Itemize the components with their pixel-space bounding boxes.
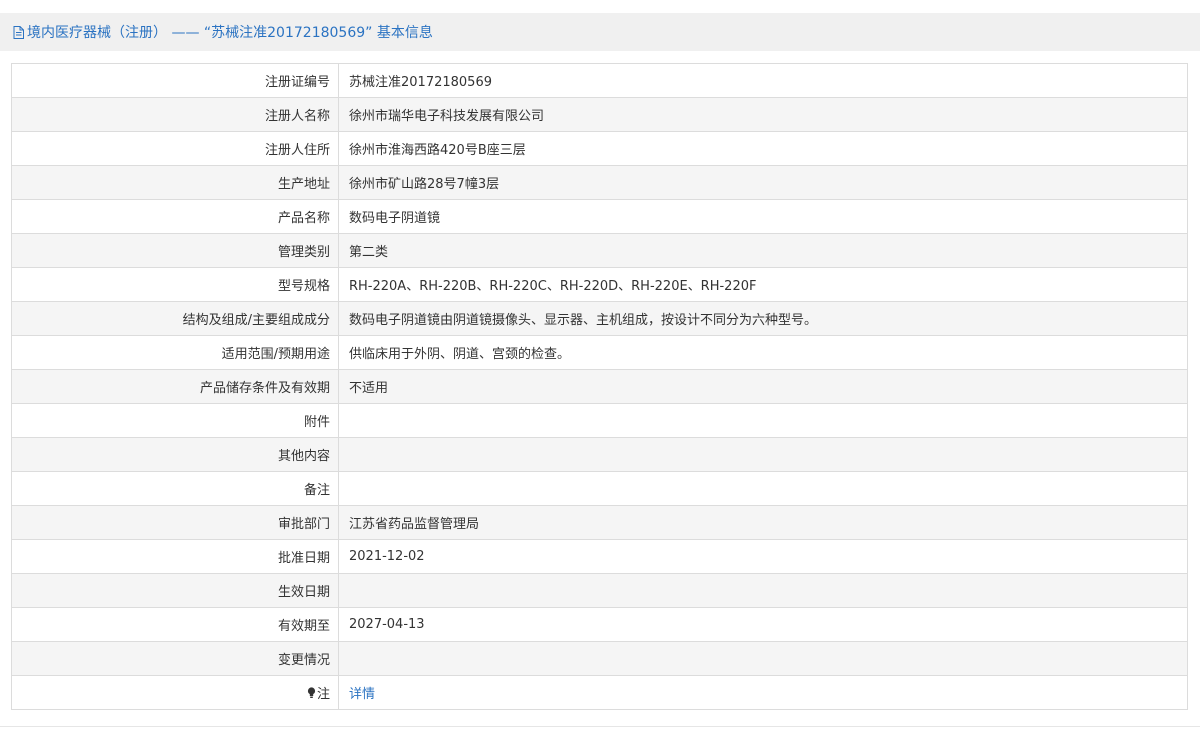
table-row: 产品储存条件及有效期 不适用 (11, 369, 1188, 404)
row-label: 管理类别 (11, 233, 339, 268)
footer-divider (0, 726, 1200, 727)
row-value (338, 403, 1188, 438)
page-header: 境内医疗器械（注册） —— “苏械注准20172180569” 基本信息 (0, 13, 1200, 51)
row-label: 注册人住所 (11, 131, 339, 166)
row-value: 江苏省药品监督管理局 (338, 505, 1188, 540)
row-label: 审批部门 (11, 505, 339, 540)
row-value: 不适用 (338, 369, 1188, 404)
row-value (338, 471, 1188, 506)
row-label: 注册证编号 (11, 63, 339, 98)
details-link[interactable]: 详情 (349, 687, 375, 702)
row-value (338, 437, 1188, 472)
table-row: 批准日期 2021-12-02 (11, 539, 1188, 574)
row-label: 产品储存条件及有效期 (11, 369, 339, 404)
table-row: 审批部门 江苏省药品监督管理局 (11, 505, 1188, 540)
table-row: 有效期至 2027-04-13 (11, 607, 1188, 642)
row-label: 生产地址 (11, 165, 339, 200)
row-label: 生效日期 (11, 573, 339, 608)
row-value (338, 641, 1188, 676)
table-row: 变更情况 (11, 641, 1188, 676)
row-value: 苏械注准20172180569 (338, 63, 1188, 98)
table-row: 结构及组成/主要组成成分 数码电子阴道镜由阴道镜摄像头、显示器、主机组成，按设计… (11, 301, 1188, 336)
row-value: 徐州市淮海西路420号B座三层 (338, 131, 1188, 166)
row-label: 适用范围/预期用途 (11, 335, 339, 370)
row-value (338, 573, 1188, 608)
row-label: 有效期至 (11, 607, 339, 642)
table-row: 产品名称 数码电子阴道镜 (11, 199, 1188, 234)
table-row: 生产地址 徐州市矿山路28号7幢3层 (11, 165, 1188, 200)
table-row: 备注 (11, 471, 1188, 506)
note-label-cell: 注 (11, 675, 339, 710)
table-row: 其他内容 (11, 437, 1188, 472)
row-value: RH-220A、RH-220B、RH-220C、RH-220D、RH-220E、… (338, 267, 1188, 302)
page-title-wrap: 境内医疗器械（注册） —— “苏械注准20172180569” 基本信息 (13, 22, 433, 42)
row-label: 备注 (11, 471, 339, 506)
row-value: 2021-12-02 (338, 539, 1188, 574)
row-label: 附件 (11, 403, 339, 438)
row-label: 批准日期 (11, 539, 339, 574)
note-value-cell: 详情 (338, 675, 1188, 710)
note-label: 注 (316, 687, 330, 702)
row-value: 数码电子阴道镜由阴道镜摄像头、显示器、主机组成，按设计不同分为六种型号。 (338, 301, 1188, 336)
table-row: 适用范围/预期用途 供临床用于外阴、阴道、宫颈的检查。 (11, 335, 1188, 370)
page-title: 境内医疗器械（注册） —— “苏械注准20172180569” 基本信息 (27, 25, 433, 41)
lightbulb-icon (307, 687, 316, 699)
row-label: 其他内容 (11, 437, 339, 472)
table-row: 型号规格 RH-220A、RH-220B、RH-220C、RH-220D、RH-… (11, 267, 1188, 302)
row-label: 变更情况 (11, 641, 339, 676)
row-value: 数码电子阴道镜 (338, 199, 1188, 234)
table-row: 注册人住所 徐州市淮海西路420号B座三层 (11, 131, 1188, 166)
row-label: 结构及组成/主要组成成分 (11, 301, 339, 336)
row-value: 供临床用于外阴、阴道、宫颈的检查。 (338, 335, 1188, 370)
row-value: 2027-04-13 (338, 607, 1188, 642)
table-row: 附件 (11, 403, 1188, 438)
table-row: 注册人名称 徐州市瑞华电子科技发展有限公司 (11, 97, 1188, 132)
row-value: 徐州市瑞华电子科技发展有限公司 (338, 97, 1188, 132)
row-value: 第二类 (338, 233, 1188, 268)
table-row: 注册证编号 苏械注准20172180569 (11, 63, 1188, 98)
row-label: 型号规格 (11, 267, 339, 302)
table-row: 生效日期 (11, 573, 1188, 608)
note-row: 注 详情 (11, 675, 1188, 710)
info-table: 注册证编号 苏械注准20172180569 注册人名称 徐州市瑞华电子科技发展有… (11, 63, 1188, 710)
row-label: 产品名称 (11, 199, 339, 234)
row-label: 注册人名称 (11, 97, 339, 132)
document-icon (13, 25, 24, 39)
row-value: 徐州市矿山路28号7幢3层 (338, 165, 1188, 200)
table-row: 管理类别 第二类 (11, 233, 1188, 268)
